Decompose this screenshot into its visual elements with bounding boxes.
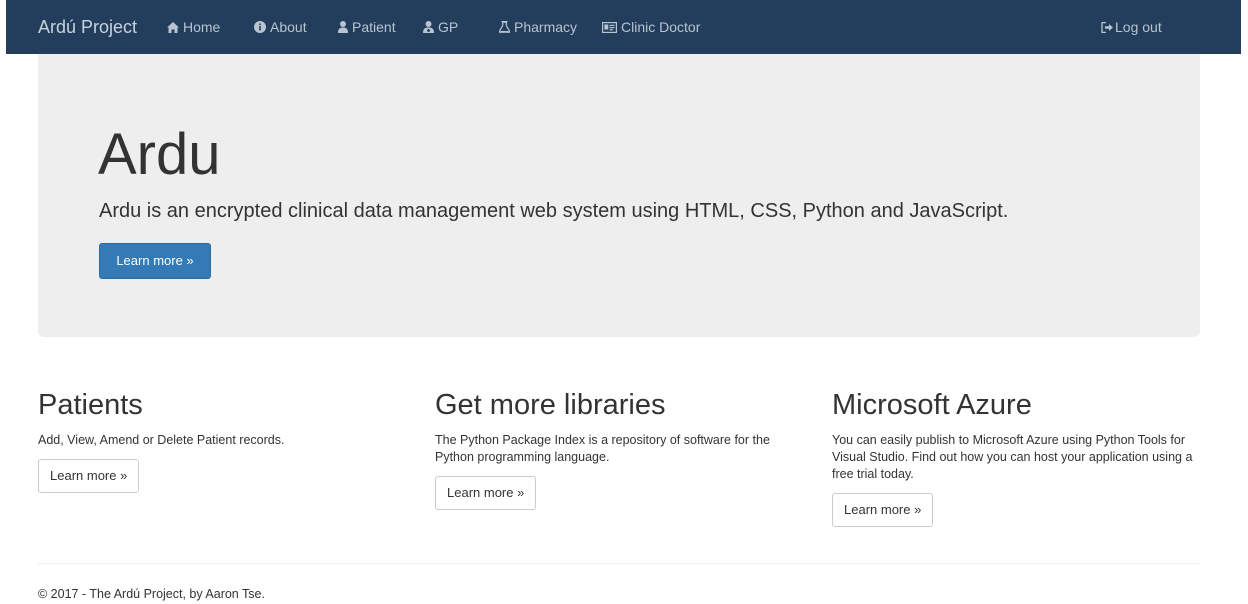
nav-item-gp[interactable]: GP	[423, 19, 458, 35]
home-icon	[167, 22, 179, 33]
nav-patient-label: Patient	[352, 19, 396, 35]
flask-icon	[499, 21, 510, 33]
column-title: Patients	[38, 389, 143, 421]
jumbotron-learn-more-button[interactable]: Learn more »	[99, 243, 211, 279]
column-title: Get more libraries	[435, 389, 666, 421]
nav-item-patient[interactable]: Patient	[338, 19, 396, 35]
column-text: Add, View, Amend or Delete Patient recor…	[38, 433, 285, 447]
nav-item-home[interactable]: Home	[167, 19, 220, 35]
nav-item-pharmacy[interactable]: Pharmacy	[499, 19, 577, 35]
footer-divider	[38, 563, 1200, 564]
nav-item-about[interactable]: About	[254, 19, 307, 35]
azure-learn-more-button[interactable]: Learn more »	[832, 493, 934, 527]
jumbotron: Ardu Ardu is an encrypted clinical data …	[38, 54, 1200, 337]
column-libraries: Get more libraries The Python Package In…	[435, 388, 807, 510]
nav-clinic-doctor-label: Clinic Doctor	[621, 19, 701, 35]
column-azure: Microsoft Azure You can easily publish t…	[832, 388, 1204, 527]
navbar: Ardú Project Home About Patient GP Pharm…	[6, 0, 1241, 54]
column-text: The Python Package Index is a repository…	[435, 433, 770, 464]
logout-icon	[1101, 22, 1113, 33]
column-patients: Patients Add, View, Amend or Delete Pati…	[38, 388, 410, 493]
info-icon	[254, 21, 266, 33]
jumbotron-lead: Ardu is an encrypted clinical data manag…	[99, 200, 1009, 222]
column-title: Microsoft Azure	[832, 389, 1032, 421]
nav-pharmacy-label: Pharmacy	[514, 19, 578, 35]
id-card-icon	[602, 22, 617, 33]
column-text: You can easily publish to Microsoft Azur…	[832, 433, 1193, 481]
libraries-learn-more-button[interactable]: Learn more »	[435, 476, 537, 510]
nav-home-label: Home	[183, 19, 221, 35]
logout-link[interactable]: Log out	[1101, 19, 1162, 35]
footer-copyright: © 2017 - The Ardú Project, by Aaron Tse.	[38, 587, 265, 601]
doctor-icon	[423, 21, 434, 33]
jumbotron-title: Ardu	[98, 122, 221, 187]
brand-link[interactable]: Ardú Project	[38, 17, 137, 37]
nav-about-label: About	[270, 19, 307, 35]
nav-gp-label: GP	[438, 19, 459, 35]
patients-learn-more-button[interactable]: Learn more »	[38, 459, 140, 493]
logout-label: Log out	[1115, 19, 1162, 35]
nav-item-clinic-doctor[interactable]: Clinic Doctor	[602, 19, 700, 35]
user-icon	[338, 21, 348, 33]
